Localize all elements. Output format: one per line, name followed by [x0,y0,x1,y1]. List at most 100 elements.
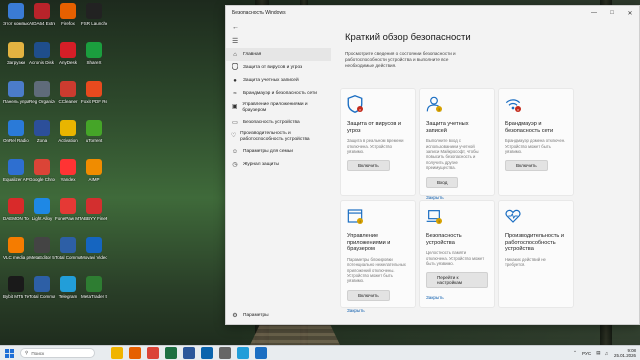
start-button[interactable] [2,346,16,360]
desktop-icon[interactable]: Movavi Video Editor [81,237,107,260]
desktop-icon[interactable]: Equalizer APO Config [3,159,29,182]
desktop-icon[interactable]: Total Commander [29,276,55,299]
security-card[interactable]: × Защита от вирусов и угроз Защита в реаль… [340,88,416,196]
desktop-icon[interactable]: Bybit MT5 Terminal [3,276,29,299]
sidebar-item-account-protection[interactable]: ● Защита учетных записей [226,74,331,87]
sidebar-item-device-performance[interactable]: ♡ Производительность и работоспособность… [226,129,331,145]
desktop-icon[interactable]: ABBYY FineReader [81,198,107,221]
card-action-button[interactable]: Включить [347,160,390,172]
fsr-icon [86,3,102,19]
desktop-icon[interactable]: Панель управления [3,81,29,104]
person-icon: ● [233,77,237,84]
fonepaw-icon [60,198,76,214]
desktop-icon[interactable]: Reg Organizer [29,81,55,104]
sidebar-item-device-security[interactable]: ▭ Безопасность устройства [226,116,331,129]
desktop-icon-label: AIMP [88,177,100,182]
menu-button[interactable]: ☰ [226,34,331,48]
network-icon[interactable]: ▤ [596,350,600,356]
file-explorer-icon[interactable] [111,347,123,359]
radio-icon [8,120,24,136]
gear-icon: ⚙ [232,313,238,319]
firefox-icon[interactable] [129,347,141,359]
outlook-icon[interactable] [201,347,213,359]
minimize-button[interactable]: — [585,6,603,20]
card-action-button[interactable]: Вход [426,176,459,188]
telegram-icon[interactable] [237,347,249,359]
title-bar: Безопасность Windows — □ ✕ [226,6,639,20]
desktop-icon[interactable]: Zona [29,120,55,143]
chevron-up-icon[interactable]: ⌃ [573,350,577,356]
chrome-icon[interactable] [147,347,159,359]
card-dismiss-link[interactable]: Закрыть [426,295,488,300]
sidebar-item-app-browser-control[interactable]: ▣ Управление приложениями и браузером [226,100,331,116]
sidebar-item-firewall[interactable]: ≈ Брандмауэр и безопасность сети [226,87,331,100]
desktop-icon[interactable]: Yandex [55,159,81,182]
desktop-icon[interactable]: AnyDesk [55,42,81,65]
desktop-icon[interactable]: MetaTrader 5_demo [81,276,107,299]
desktop-icon[interactable]: Foxit PDF Reader [81,81,107,104]
maximize-button[interactable]: □ [603,6,621,20]
desktop-icon[interactable]: Activation [55,120,81,143]
desktop-icon[interactable]: FSR Launcher [81,3,107,26]
word-icon[interactable] [183,347,195,359]
security-card[interactable]: ! Защита учетных записей Выполните вход с … [419,88,495,200]
desktop-icon[interactable]: Acronis Disk Director 12.5 [29,42,55,65]
camera-icon[interactable] [219,347,231,359]
excel-icon[interactable] [165,347,177,359]
desktop-icon[interactable]: Light Alloy [29,198,55,221]
back-button[interactable]: ← [226,20,331,34]
sidebar-item-family-options[interactable]: ☺ Параметры для семьи [226,145,331,158]
language-indicator[interactable]: РУС [582,351,591,356]
total-commander-icon [60,237,76,253]
sidebar-item-protection-history[interactable]: ◷ Журнал защиты [226,158,331,171]
clock[interactable]: 9:08 25.01.2026 [614,348,636,358]
sidebar-item-settings[interactable]: ⚙ Параметры [226,309,331,322]
desktop-icon[interactable]: CCleaner [55,81,81,104]
card-dismiss-link[interactable]: Закрыть [347,308,409,313]
security-card[interactable]: × Брандмауэр и безопасность сети Брандмауэ… [498,88,574,196]
desktop-icon[interactable]: Этот компьютер [3,3,29,26]
card-action-button[interactable]: Включить [347,289,390,301]
close-button[interactable]: ✕ [621,6,639,20]
sidebar-item-virus-protection[interactable]: Защита от вирусов и угроз [226,61,331,74]
wifi-icon: ≈ [233,90,237,97]
page-title: Краткий обзор безопасности [345,32,471,43]
windows-security-icon[interactable] [255,347,267,359]
desktop-icon-label: Total Commander [29,294,55,299]
system-tray: ⌃ РУС ▤ ♫ 9:08 25.01.2026 [573,348,640,358]
desktop-icon[interactable]: MetaEditor 5 [29,237,55,260]
desktop-icon[interactable]: FonePaw MTS [55,198,81,221]
equalizer-icon [8,159,24,175]
desktop-icon[interactable]: Telegram [55,276,81,299]
laptop-icon: ! [426,207,488,229]
security-card[interactable]: ! Безопасность устройства Целостность памя… [419,200,495,308]
sidebar-settings-label: Параметры [243,313,269,318]
card-dismiss-link[interactable]: Закрыть [426,195,488,200]
desktop-icon[interactable]: ShareX [81,42,107,65]
desktop-icon[interactable]: AIMP [81,159,107,182]
desktop-icon[interactable]: uTorrent [81,120,107,143]
ccleaner-icon [60,81,76,97]
desktop-icon[interactable]: Firefox [55,3,81,26]
desktop-icon[interactable]: DAEMON Tools Ultra [3,198,29,221]
volume-icon[interactable]: ♫ [605,351,608,356]
desktop-icon-label: Bybit MT5 Terminal [3,294,29,299]
security-card[interactable]: ! Управление приложениями и браузером Пара… [340,200,416,313]
taskbar-search[interactable]: ⚲ Поиск [20,348,95,358]
desktop-icon-label: ShareX [86,60,102,65]
desktop-icon[interactable]: Google Chrome [29,159,55,182]
app-browser-icon: ▣ [231,104,238,111]
daemon-tools-icon [8,198,24,214]
desktop-icon[interactable]: VLC media player [3,237,29,260]
sidebar-item-home[interactable]: ⌂ Главная [226,48,331,61]
desktop-icon[interactable]: OnRel Radio.amp [3,120,29,143]
shield-icon: × [347,95,409,117]
card-action-button[interactable]: Включить [505,160,548,172]
desktop-icon[interactable]: Загрузки [3,42,29,65]
history-icon: ◷ [232,162,238,168]
desktop-icon[interactable]: AIDA64 Extreme [29,3,55,26]
shield-icon [230,62,240,72]
card-action-button[interactable]: Перейти к настройкам [426,272,488,289]
security-card[interactable]: Производительность и работоспособность у… [498,200,574,308]
desktop-icon[interactable]: Total Commander [55,237,81,260]
